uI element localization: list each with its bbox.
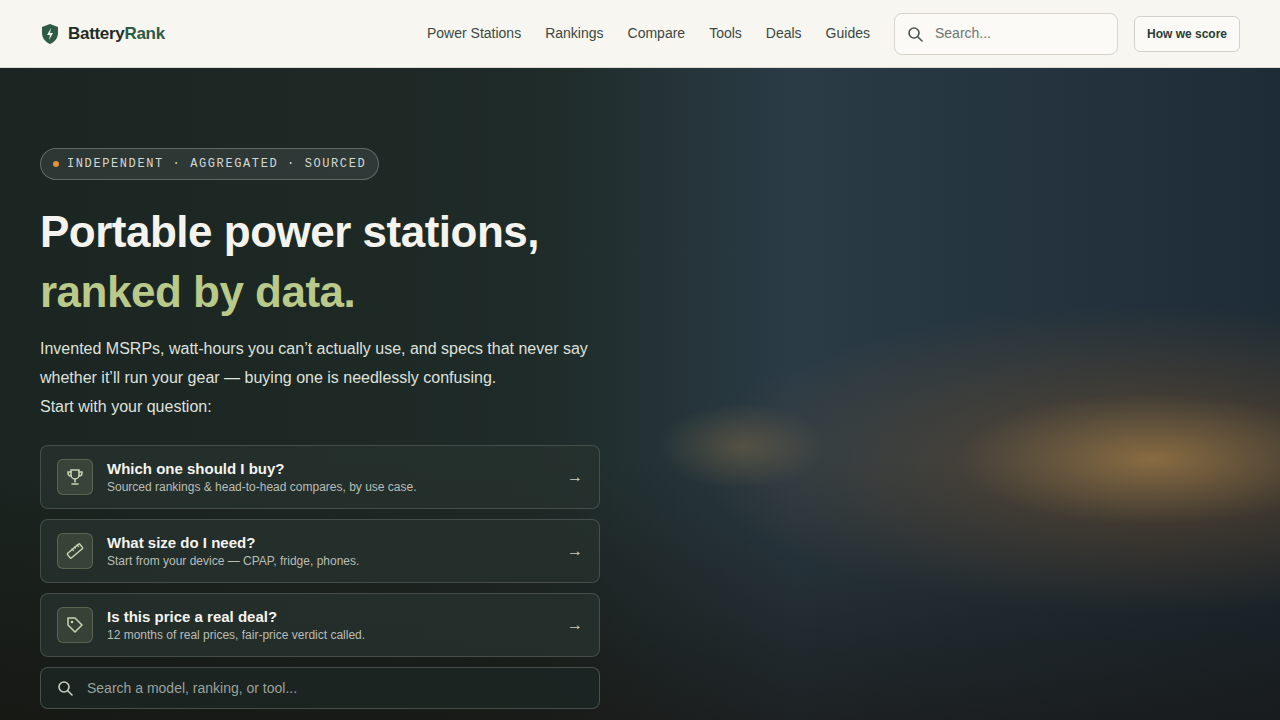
card-text: What size do I need?Start from your devi… <box>107 533 553 569</box>
arrow-icon: → <box>567 539 583 563</box>
logo-text: BatteryRank <box>68 21 165 47</box>
search-input[interactable] <box>933 22 1105 45</box>
how-we-score-button[interactable]: How we score <box>1134 16 1240 52</box>
shield-bolt-icon <box>40 23 60 45</box>
card-text: Which one should I buy?Sourced rankings … <box>107 459 553 495</box>
logo[interactable]: BatteryRank <box>40 21 165 47</box>
badge-dot <box>53 161 59 167</box>
card-subtitle: Start from your device — CPAP, fridge, p… <box>107 553 553 569</box>
intro-prompt: Start with your question: <box>40 392 640 421</box>
trophy-icon <box>65 467 85 487</box>
nav-links: Power Stations Rankings Compare Tools Deals G… <box>427 23 870 44</box>
logo-part: Battery <box>68 24 124 43</box>
top-navbar: BatteryRank Power Stations Rankings Compare… <box>0 0 1280 68</box>
arrow-icon: → <box>567 613 583 637</box>
title-line: ranked by data. <box>40 262 1240 322</box>
nav-link[interactable]: Compare <box>628 23 686 44</box>
arrow-icon: → <box>567 465 583 489</box>
card-icon-box <box>57 607 93 643</box>
hero-title: Portable power stations,ranked by data. <box>40 202 1240 322</box>
card-title: Is this price a real deal? <box>107 607 553 627</box>
intro-text: Invented MSRPs, watt-hours you can’t act… <box>40 340 588 386</box>
search-icon <box>907 26 923 42</box>
search-icon <box>57 680 73 696</box>
card-subtitle: 12 months of real prices, fair-price ver… <box>107 627 553 643</box>
hero-badge: INDEPENDENT · AGGREGATED · SOURCED <box>40 148 379 180</box>
question-cards: Which one should I buy?Sourced rankings … <box>40 445 600 657</box>
logo-part: Rank <box>124 24 164 43</box>
tag-icon <box>65 615 85 635</box>
hero-intro: Invented MSRPs, watt-hours you can’t act… <box>40 334 640 421</box>
card-icon-box <box>57 533 93 569</box>
badge-text: INDEPENDENT · AGGREGATED · SOURCED <box>67 155 366 173</box>
card-title: What size do I need? <box>107 533 553 553</box>
card-title: Which one should I buy? <box>107 459 553 479</box>
nav-link[interactable]: Power Stations <box>427 23 521 44</box>
card-text: Is this price a real deal?12 months of r… <box>107 607 553 643</box>
card-subtitle: Sourced rankings & head-to-head compares… <box>107 479 553 495</box>
hero-search <box>40 667 600 709</box>
nav-link[interactable]: Tools <box>709 23 742 44</box>
question-card[interactable]: What size do I need?Start from your devi… <box>40 519 600 583</box>
hero-search-input[interactable] <box>85 677 583 700</box>
question-card[interactable]: Which one should I buy?Sourced rankings … <box>40 445 600 509</box>
nav-link[interactable]: Rankings <box>545 23 603 44</box>
ruler-icon <box>65 541 85 561</box>
hero: INDEPENDENT · AGGREGATED · SOURCED Portab… <box>0 68 1280 720</box>
nav-link[interactable]: Guides <box>826 23 870 44</box>
nav-link[interactable]: Deals <box>766 23 802 44</box>
title-line: Portable power stations, <box>40 202 1240 262</box>
nav-search <box>894 13 1118 55</box>
question-card[interactable]: Is this price a real deal?12 months of r… <box>40 593 600 657</box>
card-icon-box <box>57 459 93 495</box>
